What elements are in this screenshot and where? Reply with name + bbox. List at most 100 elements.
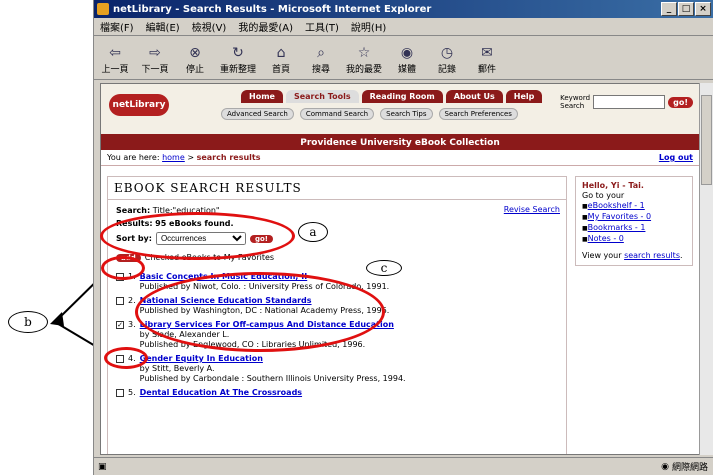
annotation-ellipse-checkbox [104, 347, 148, 369]
mail-icon: ✉ [481, 45, 493, 61]
result-item: 5. Dental Education At The Crossroads [108, 386, 566, 400]
subtab-search-tips[interactable]: Search Tips [380, 108, 433, 120]
search-subtabs: Advanced Search Command Search Search Ti… [221, 108, 518, 120]
window-title: netLibrary - Search Results - Microsoft … [113, 3, 432, 15]
media-button[interactable]: ◉ 媒體 [392, 44, 422, 75]
home-button[interactable]: ⌂ 首頁 [266, 44, 296, 75]
view-suffix: . [679, 251, 683, 260]
favorites-icon: ☆ [357, 45, 371, 61]
bookmarks-link[interactable]: Bookmarks - 1 [588, 223, 646, 232]
view-search-results: View your search results. [582, 251, 686, 261]
forward-button[interactable]: ⇨ 下一頁 [140, 44, 170, 75]
search-results-link[interactable]: search results [624, 251, 680, 260]
keyword-input[interactable] [593, 95, 666, 109]
stop-button[interactable]: ⊗ 停止 [180, 44, 210, 75]
forward-arrow-icon: ⇨ [149, 45, 161, 61]
result-title-link[interactable]: Dental Education At The Crossroads [140, 388, 302, 398]
breadcrumb-current: search results [196, 153, 261, 162]
menu-bar: 檔案(F) 編輯(E) 檢視(V) 我的最愛(A) 工具(T) 說明(H) [94, 18, 713, 36]
view-prefix: View your [582, 251, 622, 260]
result-checkbox[interactable] [116, 389, 124, 397]
result-title-link[interactable]: Gender Equity In Education [140, 354, 406, 364]
minimize-button[interactable]: _ [661, 2, 677, 16]
breadcrumb: You are here: home > search results Log … [101, 150, 699, 166]
ebookshelf-link[interactable]: eBookshelf - 1 [588, 201, 645, 210]
subtab-advanced-search[interactable]: Advanced Search [221, 108, 294, 120]
annotation-ellipse-search [100, 212, 295, 260]
breadcrumb-prefix: You are here: [107, 153, 160, 162]
menu-help[interactable]: 說明(H) [351, 19, 386, 34]
my-favorites-link[interactable]: My Favorites - 0 [588, 212, 651, 221]
tab-about-us[interactable]: About Us [445, 90, 503, 103]
tab-home[interactable]: Home [241, 90, 283, 103]
result-checkbox[interactable] [116, 297, 124, 305]
favorites-button[interactable]: ☆ 我的最愛 [346, 44, 382, 75]
status-bar: ▣ ◉ 網際網路 [94, 457, 713, 475]
menu-file[interactable]: 檔案(F) [100, 19, 134, 34]
site-tabs: Home Search Tools Reading Room About Us … [241, 90, 543, 103]
vertical-scrollbar[interactable] [699, 83, 713, 455]
goto-label: Go to your [582, 191, 625, 200]
notes-link[interactable]: Notes - 0 [588, 234, 624, 243]
keyword-label: Keyword Search [560, 94, 591, 110]
home-label: 首頁 [272, 65, 291, 75]
search-button[interactable]: ⌕ 搜尋 [306, 44, 336, 75]
result-number: 3. [128, 320, 136, 329]
refresh-label: 重新整理 [220, 65, 257, 75]
tab-search-tools[interactable]: Search Tools [285, 90, 359, 103]
forward-label: 下一頁 [141, 65, 169, 75]
annotation-ellipse-titles [135, 272, 385, 352]
refresh-icon: ↻ [232, 45, 244, 61]
menu-edit[interactable]: 編輯(E) [146, 19, 180, 34]
user-links: eBookshelf - 1 My Favorites - 0 Bookmark… [582, 201, 686, 245]
tab-help[interactable]: Help [505, 90, 543, 103]
collection-banner: Providence University eBook Collection [101, 136, 699, 150]
stop-icon: ⊗ [189, 45, 201, 61]
greeting: Hello, Yi - Tai. [582, 181, 644, 190]
maximize-button[interactable]: □ [678, 2, 694, 16]
scroll-thumb[interactable] [701, 95, 712, 185]
tab-reading-room[interactable]: Reading Room [361, 90, 443, 103]
result-author: by Stitt, Beverly A. [139, 364, 215, 373]
annotation-ellipse-add [101, 256, 145, 280]
stop-label: 停止 [185, 65, 204, 75]
favorites-label: 我的最愛 [346, 65, 383, 75]
internet-zone: ◉ 網際網路 [661, 460, 713, 474]
history-label: 記錄 [438, 65, 457, 75]
annotation-a: a [298, 222, 328, 242]
netlibrary-logo[interactable]: netLibrary [109, 94, 169, 116]
close-button[interactable]: × [695, 2, 711, 16]
breadcrumb-separator: > [187, 153, 195, 162]
keyword-search: Keyword Search go! [560, 94, 693, 110]
result-item: 4. Gender Equity In Education by Stitt, B… [108, 352, 566, 386]
menu-view[interactable]: 檢視(V) [192, 19, 227, 34]
mail-button[interactable]: ✉ 郵件 [472, 44, 502, 75]
menu-favorites[interactable]: 我的最愛(A) [238, 19, 293, 34]
result-publisher: Published by Carbondale : Southern Illin… [139, 374, 406, 383]
home-icon: ⌂ [276, 45, 286, 61]
logout-link[interactable]: Log out [659, 153, 693, 162]
title-bar: netLibrary - Search Results - Microsoft … [94, 0, 713, 18]
breadcrumb-home-link[interactable]: home [162, 153, 185, 162]
subtab-search-preferences[interactable]: Search Preferences [438, 108, 518, 120]
results-heading: EBOOK SEARCH RESULTS [108, 177, 566, 200]
subtab-command-search[interactable]: Command Search [299, 108, 375, 120]
refresh-button[interactable]: ↻ 重新整理 [220, 44, 256, 75]
result-number: 5. [128, 388, 136, 397]
back-button[interactable]: ⇦ 上一頁 [100, 44, 130, 75]
search-label: 搜尋 [312, 65, 331, 75]
mail-label: 郵件 [478, 65, 497, 75]
ie-icon [97, 3, 109, 15]
zone-label: 網際網路 [671, 463, 708, 473]
search-label: Search: [116, 206, 151, 215]
media-label: 媒體 [398, 65, 417, 75]
search-icon: ⌕ [317, 45, 325, 61]
history-button[interactable]: ◷ 記錄 [432, 44, 462, 75]
result-checkbox-checked[interactable]: ✓ [116, 321, 124, 329]
keyword-go-button[interactable]: go! [668, 96, 693, 108]
site-header: netLibrary Home Search Tools Reading Roo… [101, 84, 699, 136]
menu-tools[interactable]: 工具(T) [305, 19, 339, 34]
history-icon: ◷ [440, 45, 454, 61]
toolbar: ⇦ 上一頁 ⇨ 下一頁 ⊗ 停止 ↻ 重新整理 ⌂ 首頁 ⌕ 搜尋 ☆ 我的最愛 ◉ 媒體 ◷ 記… [94, 36, 713, 80]
revise-search-link[interactable]: Revise Search [504, 205, 560, 214]
